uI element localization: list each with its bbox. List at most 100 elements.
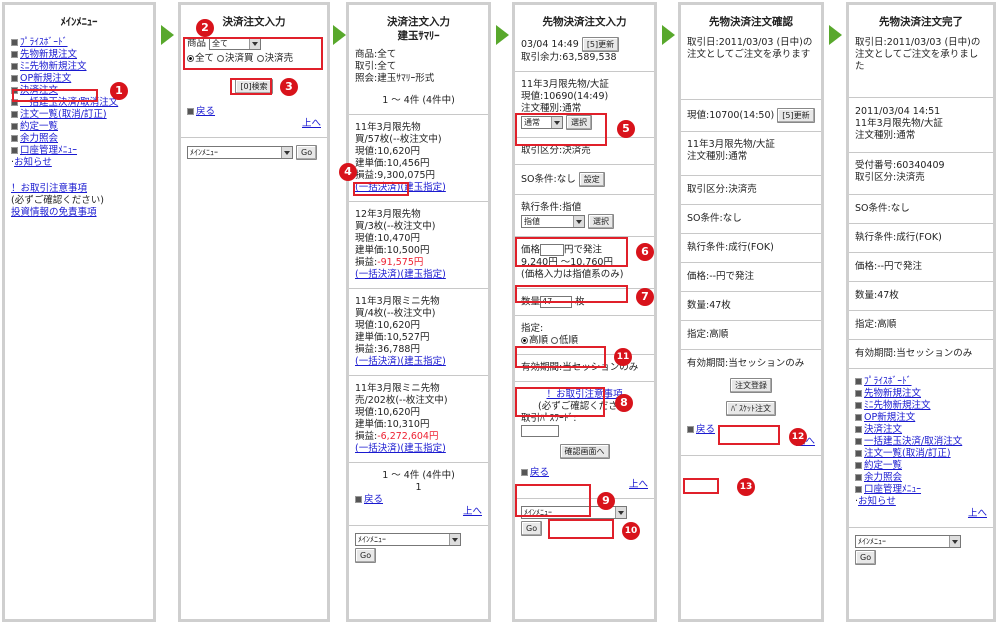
divider <box>515 354 654 355</box>
menu-item-mini-futures-new[interactable]: ﾐﾆ先物新規注文 <box>855 400 987 412</box>
menu-link[interactable]: 決済注文 <box>20 85 58 96</box>
radio-sell[interactable] <box>256 55 264 62</box>
menu-item-futures-new[interactable]: 先物新規注文 <box>11 49 147 61</box>
divider <box>681 349 821 350</box>
menu-link[interactable]: ﾌﾟﾗｲｽﾎﾞｰﾄﾞ <box>20 37 68 48</box>
radio-buy[interactable] <box>217 55 225 62</box>
go-button[interactable]: Go <box>521 520 543 536</box>
complete-menu-list: ﾌﾟﾗｲｽﾎﾞｰﾄﾞ 先物新規注文 ﾐﾆ先物新規注文 OP新規注文 決済注文 一… <box>855 376 987 508</box>
order-type-select[interactable]: 通常 <box>521 116 563 129</box>
qty-input[interactable]: 47 <box>540 295 573 308</box>
settle-spec-link[interactable]: (建玉指定) <box>400 356 445 367</box>
go-button[interactable]: Go <box>355 548 377 563</box>
caution-link[interactable]: ！お取引注意事項 <box>11 183 87 194</box>
divider <box>349 462 488 463</box>
chevron-down-icon <box>618 510 624 515</box>
password-input[interactable] <box>521 425 559 437</box>
menu-link[interactable]: 一括建玉決済/取消注文 <box>864 436 962 447</box>
notice-link[interactable]: お知らせ <box>858 496 896 507</box>
exec-select-button[interactable]: 選択 <box>588 214 615 229</box>
search-button[interactable]: [0]検索 <box>235 79 273 94</box>
bullet-icon <box>855 378 862 385</box>
so-settings-button[interactable]: 設定 <box>578 172 605 187</box>
go-button[interactable]: Go <box>855 550 877 565</box>
divider <box>681 233 821 234</box>
menu-link[interactable]: 口座管理ﾒﾆｭｰ <box>864 484 921 495</box>
back-link[interactable]: 戻る <box>696 424 715 435</box>
menu-item-priceboard[interactable]: ﾌﾟﾗｲｽﾎﾞｰﾄﾞ <box>11 37 147 49</box>
settle-spec-link[interactable]: (建玉指定) <box>400 443 445 454</box>
product-select[interactable]: 全て <box>209 37 262 50</box>
menu-link[interactable]: 約定一覧 <box>20 121 58 132</box>
menu-item-executions[interactable]: 約定一覧 <box>11 121 147 133</box>
menu-link[interactable]: 先物新規注文 <box>864 388 921 399</box>
menu-item-account[interactable]: 口座管理ﾒﾆｭｰ <box>11 145 147 157</box>
back-link[interactable]: 戻る <box>196 106 215 117</box>
menu-item-notice[interactable]: ·お知らせ <box>11 157 147 169</box>
settle-all-link[interactable]: (一括決済) <box>355 443 400 454</box>
menu-item-order-list[interactable]: 注文一覧(取消/訂正) <box>11 109 147 121</box>
menu-item-op-new[interactable]: OP新規注文 <box>855 412 987 424</box>
menu-item-account[interactable]: 口座管理ﾒﾆｭｰ <box>855 484 987 496</box>
submit-order-button[interactable]: 注文登録 <box>730 378 772 393</box>
back-link[interactable]: 戻る <box>364 494 383 505</box>
radio-high-order[interactable] <box>521 337 528 344</box>
go-button[interactable]: Go <box>296 145 318 160</box>
menu-link[interactable]: 決済注文 <box>864 424 902 435</box>
menu-select[interactable]: ﾒｲﾝﾒﾆｭｰ <box>855 535 961 548</box>
back-link[interactable]: 戻る <box>530 467 549 478</box>
menu-link[interactable]: 注文一覧(取消/訂正) <box>864 448 951 459</box>
menu-item-futures-new[interactable]: 先物新規注文 <box>855 388 987 400</box>
menu-item-settlement[interactable]: 決済注文 <box>855 424 987 436</box>
settle-all-link[interactable]: (一括決済) <box>355 269 400 280</box>
top-link[interactable]: 上へ <box>629 479 648 490</box>
order-type-select-button[interactable]: 選択 <box>566 115 593 130</box>
menu-link[interactable]: ﾐﾆ先物新規注文 <box>20 61 87 72</box>
menu-item-bulk-settle[interactable]: 一括建玉決済/取消注文 <box>11 97 147 109</box>
settle-spec-link[interactable]: (建玉指定) <box>400 269 445 280</box>
settle-spec-link[interactable]: (建玉指定) <box>400 182 445 193</box>
menu-select[interactable]: ﾒｲﾝﾒﾆｭｰ <box>187 146 293 159</box>
menu-item-bulk-settle[interactable]: 一括建玉決済/取消注文 <box>855 436 987 448</box>
menu-item-order-list[interactable]: 注文一覧(取消/訂正) <box>855 448 987 460</box>
menu-link[interactable]: ﾌﾟﾗｲｽﾎﾞｰﾄﾞ <box>864 376 912 387</box>
menu-item-margin[interactable]: 余力照会 <box>855 472 987 484</box>
caution-link[interactable]: ！お取引注意事項 <box>546 389 622 400</box>
menu-link[interactable]: 口座管理ﾒﾆｭｰ <box>20 145 77 156</box>
basket-order-button[interactable]: ﾊﾞｽｹｯﾄ注文 <box>726 401 776 416</box>
menu-item-op-new[interactable]: OP新規注文 <box>11 73 147 85</box>
menu-link[interactable]: 先物新規注文 <box>20 49 77 60</box>
step-badge-6: 6 <box>636 243 654 261</box>
panel-position-summary: 決済注文入力 建玉ｻﾏﾘｰ 商品:全て 取引:全て 照会:建玉ｻﾏﾘｰ形式 1 … <box>346 2 491 622</box>
settle-all-link[interactable]: (一括決済) <box>355 182 400 193</box>
radio-all[interactable] <box>187 55 194 62</box>
price-line: 価格:--円で発注 <box>855 261 923 272</box>
top-link[interactable]: 上へ <box>302 118 321 129</box>
top-link[interactable]: 上へ <box>968 508 987 519</box>
notice-link[interactable]: お知らせ <box>14 157 52 168</box>
refresh-button[interactable]: [5]更新 <box>581 37 620 52</box>
divider <box>515 236 654 237</box>
menu-link[interactable]: 一括建玉決済/取消注文 <box>20 97 118 108</box>
menu-item-executions[interactable]: 約定一覧 <box>855 460 987 472</box>
menu-link[interactable]: 注文一覧(取消/訂正) <box>20 109 107 120</box>
menu-link[interactable]: OP新規注文 <box>20 73 71 84</box>
radio-low-order[interactable] <box>551 337 559 344</box>
menu-link[interactable]: 約定一覧 <box>864 460 902 471</box>
menu-item-priceboard[interactable]: ﾌﾟﾗｲｽﾎﾞｰﾄﾞ <box>855 376 987 388</box>
exec-select[interactable]: 指値 <box>521 215 585 228</box>
menu-link[interactable]: 余力照会 <box>20 133 58 144</box>
menu-item-notice[interactable]: ·お知らせ <box>855 496 987 508</box>
refresh-button[interactable]: [5]更新 <box>777 108 815 123</box>
confirm-button[interactable]: 確認画面へ <box>559 443 610 459</box>
menu-item-mini-futures-new[interactable]: ﾐﾆ先物新規注文 <box>11 61 147 73</box>
menu-link[interactable]: ﾐﾆ先物新規注文 <box>864 400 931 411</box>
menu-select[interactable]: ﾒｲﾝﾒﾆｭｰ <box>355 533 461 546</box>
menu-item-margin[interactable]: 余力照会 <box>11 133 147 145</box>
menu-link[interactable]: OP新規注文 <box>864 412 915 423</box>
menu-link[interactable]: 余力照会 <box>864 472 902 483</box>
top-link[interactable]: 上へ <box>463 506 482 517</box>
settle-all-link[interactable]: (一括決済) <box>355 356 400 367</box>
price-input[interactable] <box>540 244 565 256</box>
disclaimer-link[interactable]: 投資情報の免責事項 <box>11 207 97 218</box>
